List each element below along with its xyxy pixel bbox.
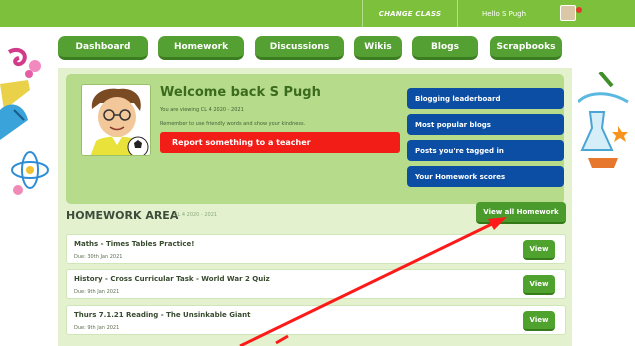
user-greeting: Hello S Pugh (482, 9, 527, 18)
homework-view-button[interactable]: View (523, 275, 555, 295)
user-avatar-mini[interactable] (560, 5, 582, 21)
homework-due-date: Due: 9th Jan 2021 (74, 289, 120, 295)
homework-scores-link[interactable]: Your Homework scores (407, 166, 564, 187)
homework-title: Thurs 7.1.21 Reading - The Unsinkable Gi… (74, 311, 251, 319)
homework-view-button[interactable]: View (523, 311, 555, 331)
homework-item: History - Cross Curricular Task - World … (66, 269, 566, 299)
report-to-teacher-button[interactable]: Report something to a teacher (160, 132, 400, 153)
popular-blogs-link[interactable]: Most popular blogs (407, 114, 564, 135)
homework-item: Thurs 7.1.21 Reading - The Unsinkable Gi… (66, 305, 566, 335)
user-avatar[interactable] (81, 84, 151, 156)
homework-due-date: Due: 30th Jan 2021 (74, 254, 123, 260)
top-bar: CHANGE CLASS Hello S Pugh (0, 0, 635, 27)
blogging-leaderboard-link[interactable]: Blogging leaderboard (407, 88, 564, 109)
homework-item: Maths - Times Tables Practice! Due: 30th… (66, 234, 566, 264)
cartoon-avatar-icon (82, 85, 150, 155)
homework-due-date: Due: 9th Jan 2021 (74, 325, 120, 331)
main-panel: Welcome back S Pugh You are viewing CL 4… (58, 68, 572, 346)
science-flask-decoration (578, 72, 629, 168)
homework-view-button[interactable]: View (523, 240, 555, 260)
change-class-button[interactable]: CHANGE CLASS (362, 0, 458, 27)
homework-class-label: CL 4 2020 - 2021 (174, 212, 218, 218)
viewing-class-text: You are viewing CL 4 2020 - 2021 (160, 107, 244, 113)
music-note-decoration (7, 47, 41, 78)
tab-blogs[interactable]: Blogs (412, 36, 478, 60)
welcome-panel: Welcome back S Pugh You are viewing CL 4… (66, 74, 564, 204)
main-navigation: Dashboard Homework Discussions Wikis Blo… (58, 36, 562, 62)
tab-dashboard[interactable]: Dashboard (58, 36, 148, 60)
welcome-title: Welcome back S Pugh (160, 85, 321, 100)
tab-discussions[interactable]: Discussions (255, 36, 344, 60)
tagged-posts-link[interactable]: Posts you're tagged in (407, 140, 564, 161)
kindness-reminder: Remember to use friendly words and show … (160, 121, 306, 127)
tab-homework[interactable]: Homework (158, 36, 244, 60)
tab-wikis[interactable]: Wikis (354, 36, 402, 60)
tab-scrapbooks[interactable]: Scrapbooks (490, 36, 562, 60)
view-all-homework-button[interactable]: View all Homework (476, 202, 566, 224)
homework-title: History - Cross Curricular Task - World … (74, 275, 270, 283)
homework-area-heading: HOMEWORK AREA (66, 209, 179, 222)
atom-decoration (11, 151, 49, 195)
homework-title: Maths - Times Tables Practice! (74, 240, 195, 248)
